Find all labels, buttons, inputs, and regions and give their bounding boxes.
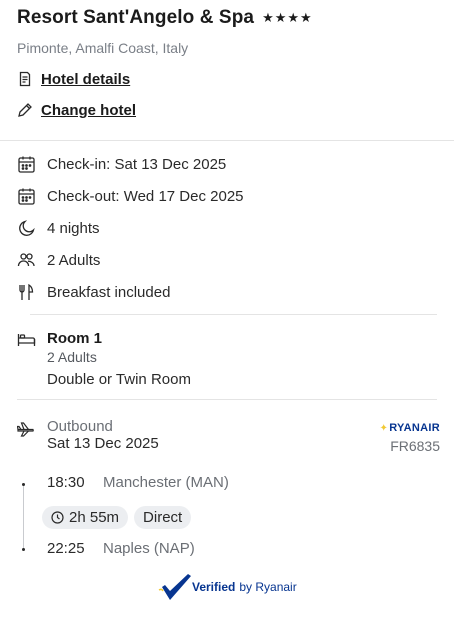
board-text: Breakfast included	[47, 283, 171, 301]
guests-text: 2 Adults	[47, 251, 101, 269]
room-name: Room 1	[47, 330, 103, 347]
checkin-text: Check-in: Sat 13 Dec 2025	[47, 155, 227, 173]
verified-by: by Ryanair	[239, 580, 297, 594]
timeline-dot-arrive	[22, 548, 25, 551]
guests-row: 2 Adults	[17, 244, 437, 276]
plane-icon	[17, 422, 34, 437]
checkout-row: Check-out: Wed 17 Dec 2025	[17, 180, 437, 212]
pencil-icon	[18, 103, 32, 117]
flight-direction: Outbound	[47, 418, 113, 435]
carrier-info: ✦RYANAIR FR6835	[380, 422, 440, 454]
room-info: Room 1 2 Adults Double or Twin Room	[47, 330, 191, 388]
flight-number: FR6835	[390, 438, 440, 454]
moon-icon	[19, 219, 35, 236]
checkout-text: Check-out: Wed 17 Dec 2025	[47, 187, 244, 205]
carrier-name: RYANAIR	[389, 422, 440, 434]
checkin-row: Check-in: Sat 13 Dec 2025	[17, 148, 437, 180]
nights-text: 4 nights	[47, 219, 100, 237]
stops-chip: Direct	[134, 506, 192, 529]
room-section: Room 1 2 Adults Double or Twin Room	[0, 315, 454, 388]
star-rating: ★★★★	[262, 10, 313, 25]
depart-airport: Manchester (MAN)	[103, 474, 229, 491]
arrive-time: 22:25	[47, 540, 85, 557]
hotel-details-label[interactable]: Hotel details	[41, 71, 130, 88]
hotel-details-link[interactable]: Hotel details	[17, 71, 437, 88]
document-icon	[19, 71, 31, 87]
flight-section: Outbound Sat 13 Dec 2025 ✦RYANAIR FR6835	[0, 400, 454, 454]
duration-text: 2h 55m	[69, 509, 120, 526]
hotel-header: Resort Sant'Angelo & Spa ★★★★ Pimonte, A…	[0, 0, 454, 141]
board-row: Breakfast included	[17, 276, 437, 308]
verified-badge: Verified by Ryanair	[158, 572, 297, 602]
flight-chips: 2h 55m Direct	[42, 506, 192, 529]
flight-info: Outbound Sat 13 Dec 2025	[47, 418, 437, 452]
timeline-dot-depart	[22, 483, 25, 486]
departure-row: 18:30 Manchester (MAN)	[47, 474, 229, 491]
cutlery-icon	[19, 283, 34, 300]
stay-details: Check-in: Sat 13 Dec 2025 Check-out: Wed…	[0, 141, 454, 314]
clock-icon	[51, 511, 64, 524]
title-row: Resort Sant'Angelo & Spa ★★★★	[17, 6, 437, 30]
harp-icon: ✦	[379, 423, 389, 434]
change-hotel-label[interactable]: Change hotel	[41, 102, 136, 119]
hotel-name: Resort Sant'Angelo & Spa	[17, 7, 255, 28]
flight-date: Sat 13 Dec 2025	[47, 435, 159, 452]
duration-chip: 2h 55m	[42, 506, 129, 529]
timeline-line	[23, 484, 24, 550]
stops-text: Direct	[143, 509, 183, 526]
people-icon	[17, 252, 35, 266]
room-type: Double or Twin Room	[47, 371, 191, 388]
room-guests: 2 Adults	[47, 349, 97, 365]
depart-time: 18:30	[47, 474, 85, 491]
arrive-airport: Naples (NAP)	[103, 540, 195, 557]
nights-row: 4 nights	[17, 212, 437, 244]
calendar-icon	[18, 156, 35, 173]
ryanair-logo: ✦RYANAIR	[380, 422, 440, 434]
change-hotel-link[interactable]: Change hotel	[17, 102, 437, 119]
verified-label: Verified	[192, 580, 236, 594]
hotel-location: Pimonte, Amalfi Coast, Italy	[17, 40, 189, 56]
bed-icon	[17, 334, 36, 346]
flight-timeline: 18:30 Manchester (MAN) 2h 55m Direct 22:…	[17, 468, 454, 578]
arrival-row: 22:25 Naples (NAP)	[47, 540, 195, 557]
calendar-icon	[18, 188, 35, 205]
